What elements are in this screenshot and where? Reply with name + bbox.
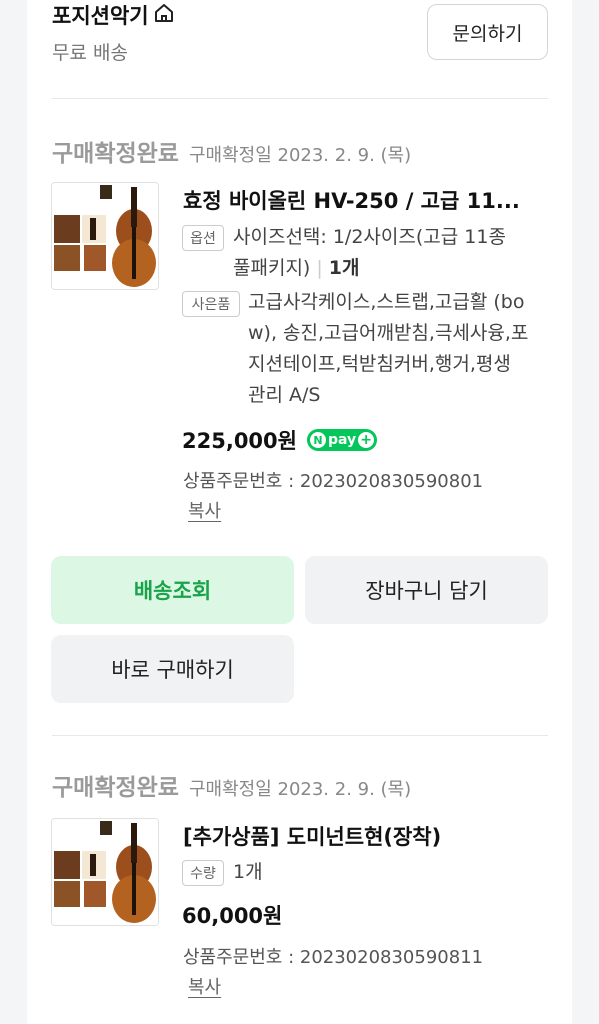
violin-image-icon bbox=[52, 819, 158, 925]
confirm-date: 구매확정일 2023. 2. 9. (목) bbox=[188, 145, 412, 166]
option-badge: 옵션 bbox=[182, 225, 224, 251]
track-delivery-button[interactable]: 배송조회 bbox=[51, 556, 294, 624]
option-line: 사이즈선택: 1/2사이즈(고급 11종 bbox=[233, 226, 506, 248]
npay-badge: N pay + bbox=[306, 429, 378, 451]
order-number: 상품주문번호 : 2023020830590801 bbox=[183, 471, 484, 492]
option-line-2: 풀패키지) bbox=[233, 257, 311, 279]
product-thumbnail[interactable] bbox=[51, 818, 159, 926]
confirm-date: 구매확정일 2023. 2. 9. (목) bbox=[188, 779, 412, 800]
gift-badge: 사은품 bbox=[182, 291, 240, 317]
price-row: 225,000원 N pay + bbox=[182, 425, 378, 455]
naver-n-icon: N bbox=[309, 432, 326, 448]
product-price: 60,000원 bbox=[182, 904, 283, 928]
gift-line: 지션테이프,턱받침커버,행거,평생 bbox=[248, 353, 511, 375]
npay-label: pay bbox=[327, 432, 357, 448]
qty-value: 1개 bbox=[233, 861, 263, 883]
separator: | bbox=[316, 257, 323, 279]
option-detail: 사이즈선택: 1/2사이즈(고급 11종 풀패키지) | 1개 bbox=[233, 222, 553, 284]
divider bbox=[52, 735, 548, 736]
store-header[interactable]: 포지션악기 bbox=[52, 0, 175, 30]
product-title[interactable]: 효정 바이올린 HV-250 / 고급 11... bbox=[183, 185, 543, 215]
copy-button[interactable]: 복사 bbox=[188, 973, 221, 999]
store-name[interactable]: 포지션악기 bbox=[52, 0, 149, 30]
divider bbox=[52, 98, 548, 99]
order-status: 구매확정완료 bbox=[52, 775, 179, 801]
violin-image-icon bbox=[52, 183, 158, 289]
home-icon[interactable] bbox=[153, 2, 175, 29]
buy-now-button[interactable]: 바로 구매하기 bbox=[51, 635, 294, 703]
add-to-cart-button[interactable]: 장바구니 담기 bbox=[305, 556, 548, 624]
qty-badge: 수량 bbox=[182, 860, 224, 886]
option-qty: 1개 bbox=[328, 257, 360, 279]
product-price: 225,000원 bbox=[182, 429, 297, 453]
gift-detail: 고급사각케이스,스트랩,고급활 (bo w), 송진,고급어깨받침,극세사융,포… bbox=[248, 287, 558, 411]
option-line: 풀패키지) | 1개 bbox=[233, 253, 553, 284]
order-status-row: 구매확정완료 구매확정일 2023. 2. 9. (목) bbox=[52, 134, 411, 168]
order-number: 상품주문번호 : 2023020830590811 bbox=[183, 947, 484, 968]
gift-line: 관리 A/S bbox=[248, 384, 321, 406]
product-thumbnail[interactable] bbox=[51, 182, 159, 290]
inquiry-button[interactable]: 문의하기 bbox=[427, 4, 548, 60]
plus-icon: + bbox=[358, 432, 375, 448]
product-title[interactable]: [추가상품] 도미넌트현(장착) bbox=[183, 821, 441, 851]
gift-line: w), 송진,고급어깨받침,극세사융,포 bbox=[248, 322, 529, 344]
order-status: 구매확정완료 bbox=[52, 141, 179, 167]
order-status-row: 구매확정완료 구매확정일 2023. 2. 9. (목) bbox=[52, 768, 411, 802]
shipping-info: 무료 배송 bbox=[52, 42, 128, 64]
copy-button[interactable]: 복사 bbox=[188, 497, 221, 523]
gift-line: 고급사각케이스,스트랩,고급활 (bo bbox=[248, 291, 525, 313]
